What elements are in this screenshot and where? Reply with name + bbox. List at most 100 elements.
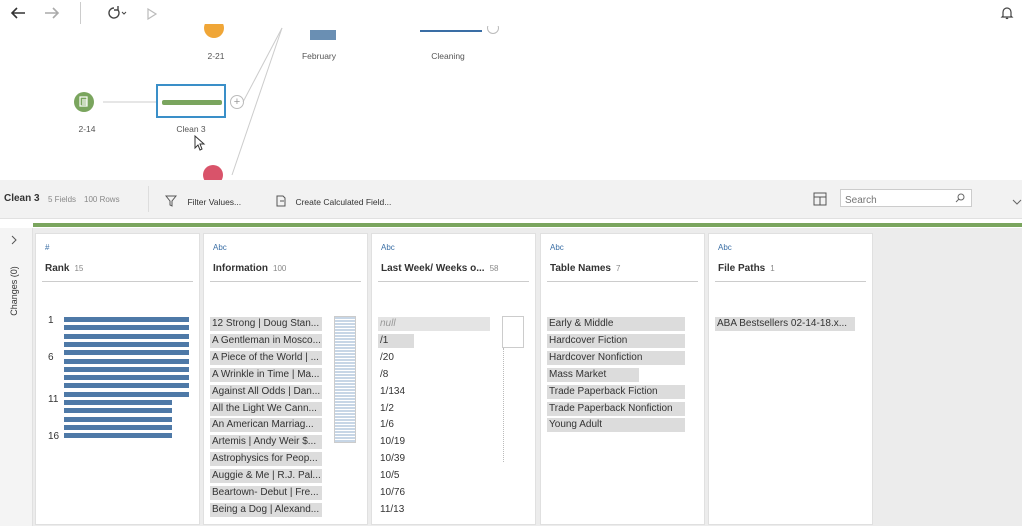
value-row[interactable]: A Gentleman in Mosco... (210, 333, 326, 348)
value-label: 10/19 (380, 436, 406, 448)
value-row[interactable]: Beartown- Debut | Fre... (210, 486, 326, 500)
value-row[interactable]: 10/39 (378, 452, 528, 466)
field-card-last-week[interactable]: Abc Last Week/ Weeks o... 58 null/1/20/8 1… (371, 233, 536, 525)
flow-node-2-21-icon[interactable] (204, 24, 224, 38)
value-row[interactable]: 11/13 (378, 503, 528, 517)
value-row[interactable]: /8 (378, 368, 528, 382)
card-divider (547, 281, 698, 282)
rank-histogram[interactable]: 1 6 11 16 (36, 314, 199, 454)
field-card-file-paths[interactable]: Abc File Paths 1 ABA Bestsellers 02-14-18… (708, 233, 873, 525)
rank-bar[interactable] (64, 333, 189, 339)
flow-node-label: February (301, 51, 336, 61)
value-row[interactable]: 10/5 (378, 469, 528, 483)
rank-bar[interactable] (64, 383, 189, 389)
value-label: Mass Market (549, 368, 607, 380)
flow-node-label: 2-21 (207, 51, 225, 61)
value-row[interactable]: Artemis | Andy Weir $... (210, 435, 326, 450)
search-box[interactable] (840, 189, 972, 209)
value-row[interactable]: 1/6 (378, 418, 528, 432)
value-label: ABA Bestsellers 02-14-18.x... (717, 318, 848, 329)
field-name: File Paths 1 (718, 263, 775, 274)
string-type-icon: Abc (213, 243, 227, 252)
value-row[interactable]: A Wrinkle in Time | Ma... (210, 367, 326, 382)
value-row[interactable]: 10/76 (378, 486, 528, 500)
flow-node-clean-3[interactable] (156, 84, 226, 118)
value-row[interactable]: 1/2 (378, 402, 528, 416)
value-row[interactable]: Hardcover Nonfiction (547, 350, 697, 365)
value-label: Against All Odds | Dan... (212, 385, 321, 397)
string-type-icon: Abc (718, 243, 732, 252)
value-row[interactable]: Hardcover Fiction (547, 333, 697, 348)
value-label: All the Light We Cann... (212, 402, 317, 414)
add-step-icon[interactable]: + (230, 95, 244, 109)
flow-node-2-14-icon[interactable] (74, 92, 94, 112)
value-row[interactable]: 10/19 (378, 435, 528, 449)
value-row[interactable]: An American Marriag... (210, 418, 326, 433)
card-divider (210, 281, 361, 282)
card-divider (378, 281, 529, 282)
rank-bar[interactable] (64, 400, 172, 405)
value-label: Hardcover Fiction (549, 334, 628, 346)
flow-node-cleaning-bar[interactable] (420, 30, 482, 32)
value-row[interactable]: 1/134 (378, 385, 528, 399)
step-header-bar: Clean 3 5 Fields 100 Rows Filter Values.… (0, 180, 1022, 219)
field-card-rank[interactable]: # Rank 15 1 6 11 16 (35, 233, 200, 525)
value-row[interactable]: Against All Odds | Dan... (210, 384, 326, 399)
rank-bar[interactable] (64, 424, 172, 430)
value-row[interactable]: Astrophysics for Peop... (210, 452, 326, 467)
rank-bar[interactable] (64, 325, 189, 331)
rank-bar[interactable] (64, 366, 189, 372)
value-row[interactable]: Being a Dog | Alexand... (210, 502, 326, 517)
filter-values-button[interactable]: Filter Values... (164, 192, 242, 210)
rank-bar[interactable] (64, 341, 189, 347)
scroll-track (503, 348, 505, 462)
value-label: 12 Strong | Doug Stan... (212, 318, 320, 329)
value-row[interactable]: 12 Strong | Doug Stan... (210, 317, 326, 331)
flow-node-output-icon[interactable] (203, 165, 223, 180)
value-row[interactable]: Trade Paperback Fiction (547, 384, 697, 399)
add-step-icon[interactable] (487, 26, 499, 34)
value-row[interactable]: A Piece of the World | ... (210, 350, 326, 365)
changes-label[interactable]: Changes (0) (9, 261, 19, 321)
header-divider (148, 186, 149, 212)
flow-node-label: 2-14 (78, 124, 96, 134)
value-label: null (380, 318, 396, 329)
rank-bar[interactable] (64, 375, 189, 381)
expand-chevron-icon[interactable] (9, 232, 19, 250)
chevron-down-icon[interactable] (1012, 193, 1022, 211)
flow-node-february-icon[interactable] (310, 30, 336, 40)
rank-bar[interactable] (64, 416, 172, 422)
create-calculated-field-button[interactable]: Create Calculated Field... (275, 192, 391, 210)
value-row[interactable]: Early & Middle (547, 317, 697, 331)
rank-bar[interactable] (64, 350, 189, 356)
flow-connections (103, 27, 283, 176)
value-row[interactable]: /20 (378, 351, 528, 365)
rank-bar[interactable] (64, 408, 172, 414)
value-row[interactable]: Auggie & Me | R.J. Pal... (210, 469, 326, 484)
value-row[interactable]: Mass Market (547, 367, 697, 382)
value-scroll-overview[interactable] (502, 316, 524, 348)
search-input[interactable] (841, 192, 949, 209)
value-scroll-overview[interactable] (334, 316, 356, 443)
filter-icon (164, 195, 178, 207)
layout-toggle-icon[interactable] (813, 192, 827, 211)
value-row[interactable]: Young Adult (547, 418, 697, 433)
value-row[interactable]: Trade Paperback Nonfiction (547, 401, 697, 416)
value-label: /20 (380, 351, 394, 363)
rank-tick-label: 11 (48, 394, 59, 405)
rank-bar[interactable] (64, 317, 189, 322)
rank-bar[interactable] (64, 433, 172, 439)
value-row[interactable]: All the Light We Cann... (210, 401, 326, 416)
field-card-table-names[interactable]: Abc Table Names 7 Early & Middle Hardcover… (540, 233, 705, 525)
rank-bar[interactable] (64, 391, 189, 397)
step-color-bar (33, 223, 1022, 227)
value-label: Trade Paperback Nonfiction (549, 402, 673, 414)
rank-bar[interactable] (64, 358, 189, 364)
rank-tick-label: 16 (48, 431, 60, 442)
field-name: Information 100 (213, 263, 287, 274)
value-label: 10/5 (380, 470, 400, 482)
row-count: 100 Rows (84, 195, 120, 204)
field-card-information[interactable]: Abc Information 100 12 Strong | Doug Stan… (203, 233, 368, 525)
filter-values-label: Filter Values... (187, 197, 242, 207)
value-row[interactable]: ABA Bestsellers 02-14-18.x... (715, 317, 865, 331)
